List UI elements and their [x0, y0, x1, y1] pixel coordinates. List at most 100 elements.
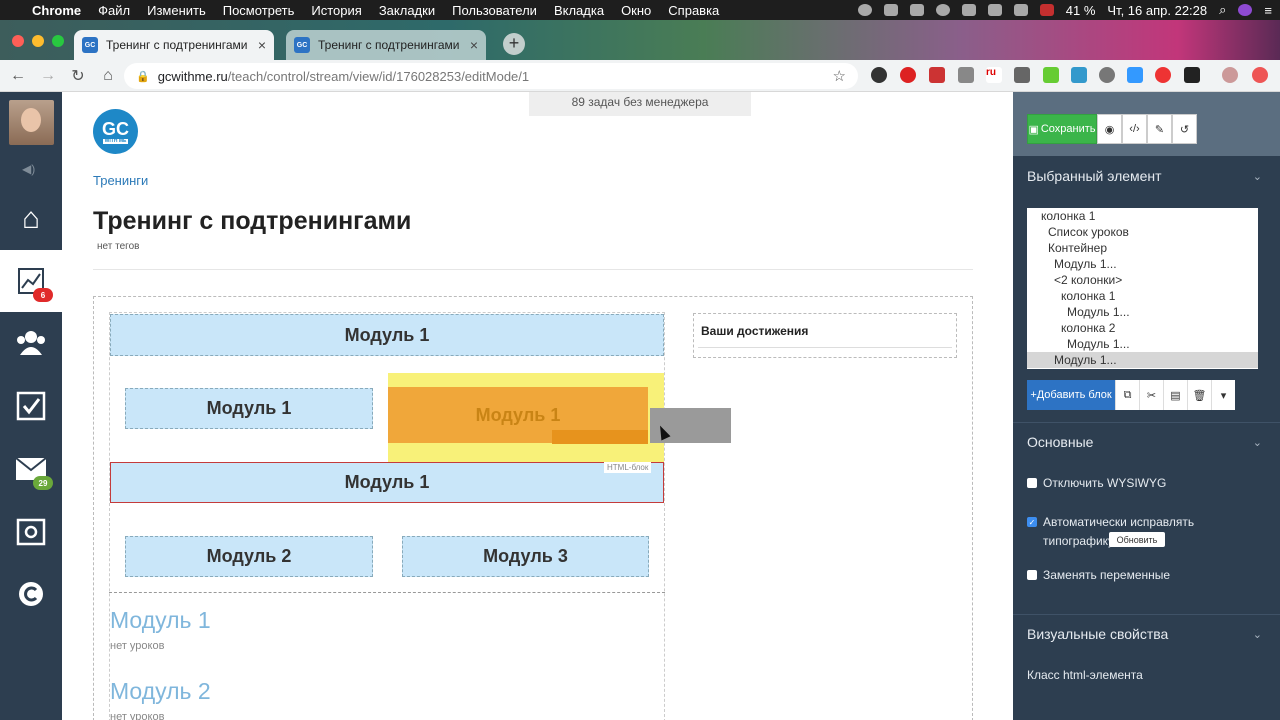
- add-block-button[interactable]: +Добавить блок: [1027, 380, 1115, 410]
- chat-icon[interactable]: [0, 564, 62, 626]
- forward-icon[interactable]: →: [36, 64, 60, 88]
- extension-calendar-icon[interactable]: [929, 67, 945, 83]
- module-block-row1-left[interactable]: Модуль 1: [125, 388, 373, 429]
- update-icon[interactable]: [1252, 67, 1268, 83]
- tab-active[interactable]: GC Тренинг с подтренингами ×: [74, 30, 274, 60]
- extension-cloud-icon[interactable]: [1155, 67, 1171, 83]
- record-icon[interactable]: [1039, 4, 1054, 16]
- spotlight-icon[interactable]: ⌕: [1219, 2, 1226, 18]
- tree-node-selected[interactable]: Модуль 1...: [1027, 352, 1258, 368]
- tree-node[interactable]: Модуль 1...: [1027, 336, 1258, 352]
- lesson-module-title[interactable]: Модуль 1: [110, 607, 211, 634]
- breadcrumb[interactable]: Тренинги: [93, 173, 148, 188]
- achievements-block[interactable]: Ваши достижения: [693, 313, 957, 358]
- home-icon[interactable]: ⌂: [96, 64, 120, 88]
- section-selected-element[interactable]: Выбранный элемент ⌄: [1013, 156, 1280, 196]
- extension-download-icon[interactable]: [1043, 67, 1059, 83]
- disable-wysiwyg-checkbox[interactable]: Отключить WYSIWYG: [1027, 476, 1166, 490]
- code-button[interactable]: ‹/›: [1122, 114, 1147, 144]
- save-button[interactable]: ▣ Сохранить: [1027, 114, 1097, 144]
- clock[interactable]: Чт, 16 апр. 22:28: [1107, 3, 1207, 18]
- user-avatar[interactable]: [9, 100, 54, 145]
- menu-tab[interactable]: Вкладка: [554, 3, 604, 18]
- checkbox-box-checked[interactable]: ✓: [1027, 517, 1037, 527]
- tab-inactive[interactable]: GC Тренинг с подтренингами ×: [286, 30, 486, 60]
- reload-icon[interactable]: ↻: [66, 64, 90, 88]
- tree-node[interactable]: Модуль 1...: [1027, 304, 1258, 320]
- creative-cloud-icon[interactable]: [857, 4, 872, 16]
- battery-percent[interactable]: 41 %: [1066, 3, 1096, 18]
- menu-people[interactable]: Пользователи: [452, 3, 537, 18]
- bolt-icon[interactable]: [935, 4, 950, 16]
- extension-opera-icon[interactable]: [900, 67, 916, 83]
- profile-avatar-icon[interactable]: [1222, 67, 1238, 83]
- menu-history[interactable]: История: [311, 3, 361, 18]
- module-block-top[interactable]: Модуль 1: [110, 314, 664, 356]
- menu-view[interactable]: Посмотреть: [223, 3, 295, 18]
- extension-screenshot-icon[interactable]: [1014, 67, 1030, 83]
- sound-icon[interactable]: ◀): [22, 162, 35, 176]
- close-tab-icon[interactable]: ×: [470, 37, 478, 53]
- menu-bookmarks[interactable]: Закладки: [379, 3, 435, 18]
- safe-icon[interactable]: [0, 502, 62, 564]
- bookmark-star-icon[interactable]: ☆: [833, 67, 846, 85]
- tasks-icon[interactable]: [0, 375, 62, 437]
- menu-app-name[interactable]: Chrome: [32, 3, 81, 18]
- tree-node[interactable]: Контейнер: [1027, 240, 1258, 256]
- module-block-row3-right[interactable]: Модуль 3: [402, 536, 649, 577]
- trash-icon[interactable]: 🗑: [1187, 380, 1211, 410]
- address-bar[interactable]: 🔒 gcwithme.ru /teach/control/stream/view…: [124, 63, 858, 89]
- back-icon[interactable]: ←: [6, 64, 30, 88]
- tree-node[interactable]: колонка 1: [1027, 288, 1258, 304]
- undo-button[interactable]: ↺: [1172, 114, 1197, 144]
- refresh-button[interactable]: Обновить: [1109, 532, 1165, 547]
- lesson-module-title[interactable]: Модуль 2: [110, 678, 211, 705]
- extension-iq-icon[interactable]: [1127, 67, 1143, 83]
- extension-settings-icon[interactable]: [1099, 67, 1115, 83]
- chart-icon[interactable]: 6: [0, 250, 62, 312]
- extension-badge-icon[interactable]: [1184, 67, 1200, 83]
- control-center-icon[interactable]: ≡: [1264, 3, 1272, 18]
- dropbox-icon[interactable]: [883, 4, 898, 16]
- zoom-window-icon[interactable]: [52, 35, 64, 47]
- minimize-window-icon[interactable]: [32, 35, 44, 47]
- tags-label[interactable]: нет тегов: [97, 241, 139, 252]
- menu-window[interactable]: Окно: [621, 3, 651, 18]
- close-tab-icon[interactable]: ×: [258, 37, 266, 53]
- tree-node[interactable]: <2 колонки>: [1027, 272, 1258, 288]
- extension-seo-icon[interactable]: [1071, 67, 1087, 83]
- chevron-down-icon[interactable]: ⌄: [1253, 170, 1262, 183]
- menu-help[interactable]: Справка: [668, 3, 719, 18]
- stats-icon[interactable]: [909, 4, 924, 16]
- cut-icon[interactable]: ✂: [1139, 380, 1163, 410]
- paste-icon[interactable]: ▤: [1163, 380, 1187, 410]
- bluetooth-icon[interactable]: [987, 4, 1002, 16]
- checkbox-box[interactable]: [1027, 570, 1037, 580]
- new-tab-button[interactable]: +: [503, 33, 525, 55]
- wifi-icon[interactable]: [1013, 4, 1028, 16]
- menu-edit[interactable]: Изменить: [147, 3, 206, 18]
- section-basic[interactable]: Основные ⌄: [1013, 422, 1280, 462]
- close-window-icon[interactable]: [12, 35, 24, 47]
- settings-wrench-button[interactable]: ✎: [1147, 114, 1172, 144]
- home-icon[interactable]: ⌂: [0, 188, 62, 250]
- module-block-row3-left[interactable]: Модуль 2: [125, 536, 373, 577]
- preview-eye-button[interactable]: ◉: [1097, 114, 1122, 144]
- tree-node[interactable]: колонка 1: [1027, 208, 1258, 224]
- display-icon[interactable]: [961, 4, 976, 16]
- replace-variables-checkbox[interactable]: Заменять переменные: [1027, 568, 1170, 582]
- extension-ru-icon[interactable]: ru: [986, 67, 1002, 83]
- tree-node[interactable]: Список уроков: [1027, 224, 1258, 240]
- section-visual[interactable]: Визуальные свойства ⌄: [1013, 614, 1280, 654]
- copy-icon[interactable]: ⧉: [1115, 380, 1139, 410]
- chevron-down-icon[interactable]: ⌄: [1253, 628, 1262, 641]
- siri-icon[interactable]: [1238, 4, 1253, 16]
- extension-eyedropper-icon[interactable]: [958, 67, 974, 83]
- checkbox-box[interactable]: [1027, 478, 1037, 488]
- school-logo[interactable]: GC WITH ME: [93, 109, 138, 154]
- tree-node[interactable]: колонка 2: [1027, 320, 1258, 336]
- menu-file[interactable]: Файл: [98, 3, 130, 18]
- mail-icon[interactable]: 29: [0, 438, 62, 500]
- users-icon[interactable]: [0, 312, 62, 374]
- tasks-banner[interactable]: 89 задач без менеджера: [529, 92, 751, 116]
